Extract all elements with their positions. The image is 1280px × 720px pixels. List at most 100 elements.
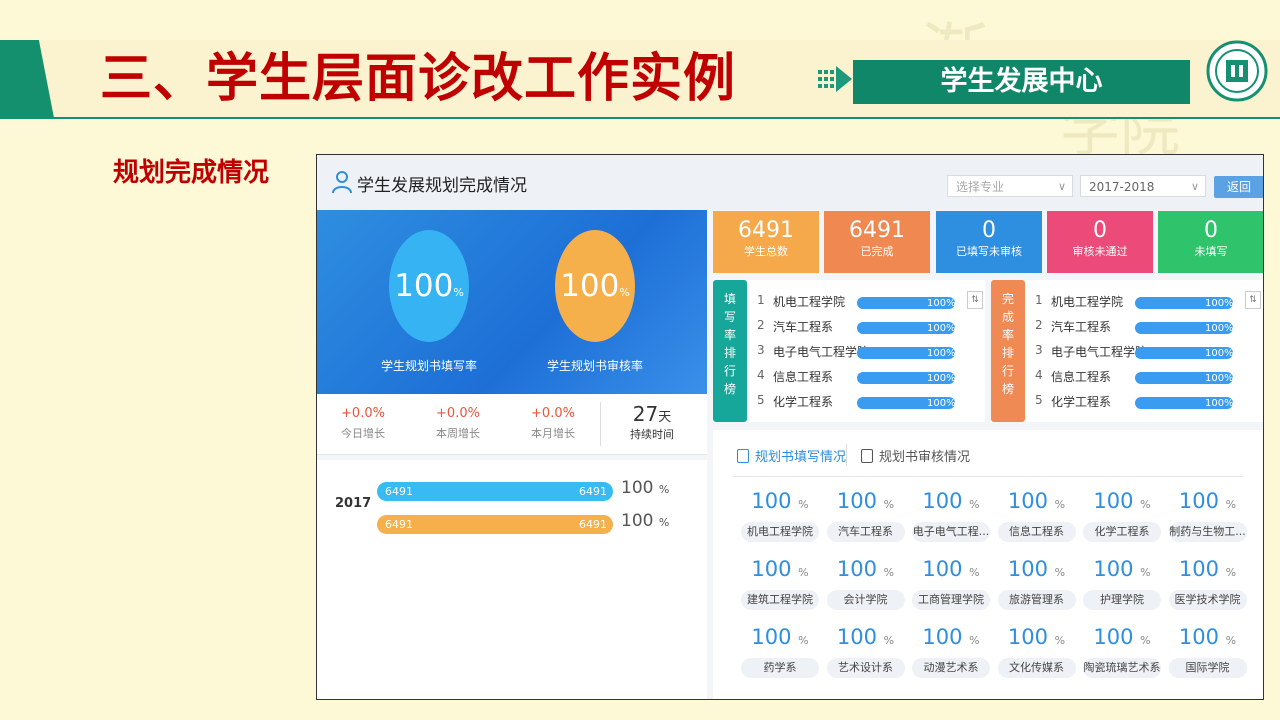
- department-percent-value: 100: [1093, 489, 1134, 513]
- tab-char: 成: [1001, 310, 1014, 324]
- rank-name: 电子电气工程学院: [1051, 345, 1148, 359]
- year-select-value: 2017-2018: [1089, 180, 1155, 194]
- rank-percent: 100%: [927, 298, 956, 309]
- tab-review-label: 规划书审核情况: [879, 450, 971, 465]
- tab-separator: [846, 444, 847, 466]
- fill-bar-percent-value: 100: [621, 478, 654, 498]
- major-select[interactable]: 选择专业 ∨: [947, 175, 1073, 197]
- department-name: 文化传媒系: [997, 658, 1076, 678]
- back-button[interactable]: 返回: [1214, 176, 1263, 198]
- department-name: 信息工程系: [997, 522, 1076, 542]
- department-percent-value: 100: [1007, 557, 1048, 581]
- department-panel: 规划书填写情况 规划书审核情况 100 % 机电工程学院 100 % 汽车工程系 100…: [713, 430, 1263, 699]
- department-percent: 100 %: [1169, 624, 1247, 654]
- rank-percent: 100%: [1205, 323, 1234, 334]
- card-value: 6491: [849, 218, 905, 243]
- review-bar-count: 6491: [385, 518, 413, 531]
- app-title: 学生发展规划完成情况: [357, 176, 527, 196]
- department-item[interactable]: 100 % 国际学院: [1168, 624, 1247, 678]
- department-item[interactable]: 100 % 会计学院: [826, 556, 905, 610]
- completion-ranking-tab[interactable]: 完 成 率 排 行 榜: [991, 280, 1025, 422]
- review-rate-unit: %: [619, 286, 630, 299]
- department-percent-value: 100: [751, 625, 792, 649]
- department-percent: 100 %: [912, 556, 990, 586]
- fill-rate-label: 学生规划书填写率: [380, 359, 477, 373]
- department-percent-unit: %: [883, 566, 895, 579]
- department-percent-unit: %: [883, 634, 895, 647]
- card-pending-review[interactable]: 0 已填写未审核: [936, 211, 1042, 273]
- tab-fill-status[interactable]: 规划书填写情况: [737, 446, 846, 465]
- card-completed[interactable]: 6491 已完成: [824, 211, 930, 273]
- department-percent-unit: %: [798, 634, 809, 647]
- card-value: 0: [1093, 218, 1107, 243]
- department-percent: 100 %: [998, 556, 1076, 586]
- department-item[interactable]: 100 % 化学工程系: [1083, 488, 1161, 542]
- rank-name: 机电工程学院: [773, 295, 846, 309]
- department-percent-value: 100: [1007, 625, 1048, 649]
- department-percent: 100 %: [912, 624, 990, 654]
- tab-char: 率: [723, 328, 736, 342]
- rank-index: 5: [757, 393, 765, 407]
- department-item[interactable]: 100 % 工商管理学院: [912, 556, 990, 610]
- department-item[interactable]: 100 % 艺术设计系: [826, 624, 905, 678]
- department-percent-unit: %: [1054, 566, 1066, 579]
- card-label: 未填写: [1194, 245, 1228, 258]
- department-name: 陶瓷琉璃艺术系: [1083, 658, 1161, 678]
- sort-icon[interactable]: ⇅: [1245, 291, 1261, 309]
- rank-percent: 100%: [927, 348, 956, 359]
- header-divider: [0, 117, 1280, 119]
- department-item[interactable]: 100 % 电子电气工程...: [912, 488, 990, 542]
- department-percent: 100 %: [1169, 488, 1247, 518]
- card-value: 6491: [738, 218, 794, 243]
- tab-char: 填: [723, 292, 736, 306]
- department-item[interactable]: 100 % 陶瓷琉璃艺术系: [1083, 624, 1161, 678]
- tab-char: 榜: [723, 382, 736, 396]
- fill-ranking-tab[interactable]: 填 写 率 排 行 榜: [713, 280, 747, 422]
- department-item[interactable]: 100 % 制药与生物工...: [1168, 488, 1247, 542]
- department-percent-value: 100: [922, 557, 963, 581]
- growth-today: +0.0% 今日增长: [318, 406, 408, 441]
- department-percent: 100 %: [1083, 488, 1161, 518]
- growth-month-label: 本月增长: [531, 427, 575, 440]
- department-item[interactable]: 100 % 护理学院: [1083, 556, 1161, 610]
- department-item[interactable]: 100 % 动漫艺术系: [912, 624, 990, 678]
- department-name: 建筑工程学院: [741, 590, 819, 610]
- department-item[interactable]: 100 % 旅游管理系: [997, 556, 1076, 610]
- growth-divider: [600, 402, 601, 446]
- department-percent-unit: %: [1225, 498, 1237, 511]
- card-total-students[interactable]: 6491 学生总数: [713, 211, 819, 273]
- department-percent: 100 %: [912, 488, 990, 518]
- rate-panel: 100% 100% 学生规划书填写率 学生规划书审核率: [317, 210, 707, 394]
- rank-name: 汽车工程系: [773, 320, 834, 334]
- department-percent: 100 %: [741, 488, 819, 518]
- growth-month-value: +0.0%: [531, 406, 575, 421]
- department-item[interactable]: 100 % 药学系: [741, 624, 819, 678]
- tab-review-status[interactable]: 规划书审核情况: [861, 446, 970, 465]
- year-select[interactable]: 2017-2018 ∨: [1080, 175, 1206, 197]
- rank-name: 化学工程系: [773, 395, 834, 409]
- department-name: 电子电气工程...: [912, 522, 990, 542]
- rank-percent: 100%: [927, 398, 956, 409]
- completion-rate-ranking: 完 成 率 排 行 榜 ⇅ 1 机电工程学院 100% 2 汽车工程系 100%…: [991, 280, 1263, 422]
- department-item[interactable]: 100 % 文化传媒系: [997, 624, 1076, 678]
- fill-progress-bar: 6491 6491: [377, 482, 613, 501]
- department-item[interactable]: 100 % 医学技术学院: [1168, 556, 1247, 610]
- department-percent: 100 %: [741, 556, 819, 586]
- rank-name: 化学工程系: [1051, 395, 1112, 409]
- department-percent-unit: %: [969, 634, 980, 647]
- tab-char: 行: [723, 364, 736, 378]
- department-item[interactable]: 100 % 机电工程学院: [741, 488, 819, 542]
- card-rejected[interactable]: 0 审核未通过: [1047, 211, 1153, 273]
- department-item[interactable]: 100 % 建筑工程学院: [741, 556, 819, 610]
- fill-rate-ranking: 填 写 率 排 行 榜 ⇅ 1 机电工程学院 100% 2 汽车工程系 100%…: [713, 280, 985, 422]
- department-name: 动漫艺术系: [912, 658, 990, 678]
- department-name: 旅游管理系: [997, 590, 1076, 610]
- department-percent: 100 %: [998, 624, 1076, 654]
- department-item[interactable]: 100 % 信息工程系: [997, 488, 1076, 542]
- card-label: 学生总数: [744, 245, 788, 258]
- tab-char: 写: [723, 310, 736, 324]
- department-percent-value: 100: [1007, 489, 1048, 513]
- card-unfilled[interactable]: 0 未填写: [1158, 211, 1263, 273]
- department-item[interactable]: 100 % 汽车工程系: [826, 488, 905, 542]
- sort-icon[interactable]: ⇅: [967, 291, 983, 309]
